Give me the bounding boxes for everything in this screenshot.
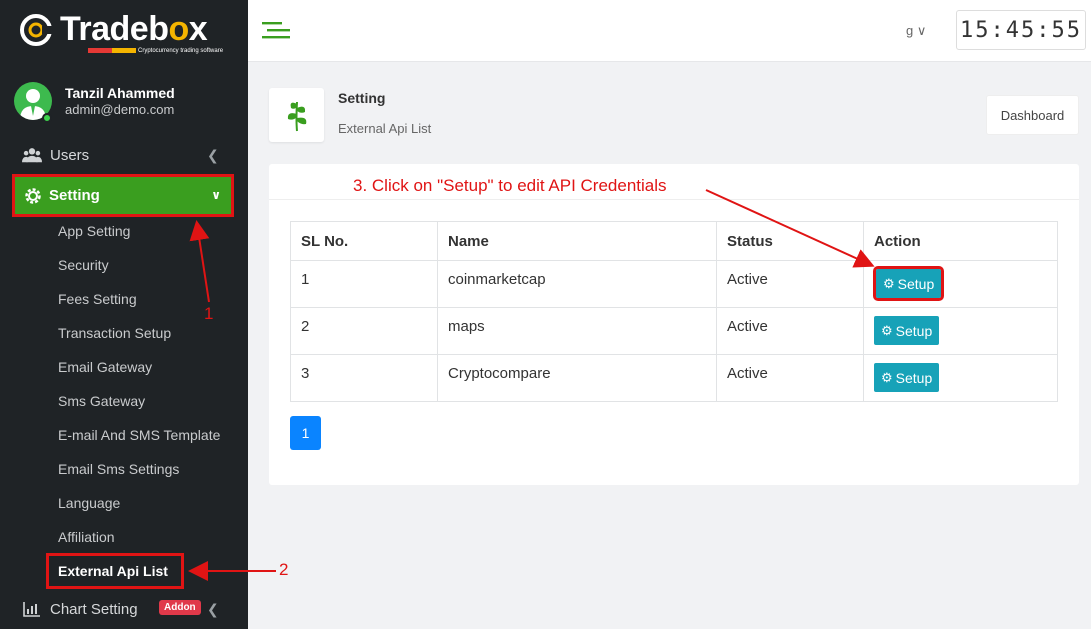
online-status-dot	[42, 113, 52, 123]
sidebar-item-users[interactable]: Users	[22, 143, 89, 167]
setup-button[interactable]: ⚙ Setup	[872, 266, 945, 301]
column-header: Name	[437, 221, 717, 261]
external-api-panel: SL No. Name Status Action 1 coinmarketca…	[269, 164, 1079, 485]
logo-text: Trade	[60, 10, 149, 48]
users-icon	[22, 147, 42, 163]
sub-item-external-api-list[interactable]: External Api List	[58, 563, 168, 579]
chevron-left-icon: ❮	[207, 601, 219, 617]
logo-bar	[88, 48, 136, 53]
page-title: Setting	[338, 90, 386, 106]
sub-item-fees-setting[interactable]: Fees Setting	[58, 291, 137, 307]
user-profile[interactable]: Tanzil Ahammed admin@demo.com	[14, 82, 234, 126]
column-header: Status	[716, 221, 864, 261]
gear-icon: ⚙	[883, 275, 895, 291]
sub-item-security[interactable]: Security	[58, 257, 109, 273]
page-leaf-icon	[269, 88, 324, 142]
annotation-step-3: 3. Click on "Setup" to edit API Credenti…	[353, 176, 667, 195]
tradebox-logo[interactable]: Tradebox Cryptocurrency trading software	[18, 8, 228, 54]
cell-status: Active	[716, 354, 864, 402]
logo-text-o: o	[168, 10, 190, 48]
table-row: 3 Cryptocompare Active ⚙ Setup	[290, 354, 1058, 402]
chevron-left-icon: ❮	[207, 147, 219, 163]
table-row: 2 maps Active ⚙ Setup	[290, 307, 1058, 355]
sidebar-item-label: Chart Setting	[50, 600, 138, 618]
cell-status: Active	[716, 307, 864, 355]
logo-text-x: x	[188, 10, 208, 48]
sidebar-item-label: Setting	[49, 187, 100, 204]
cell-name: maps	[437, 307, 717, 355]
cell-status: Active	[716, 260, 864, 308]
menu-toggle-icon[interactable]	[262, 20, 290, 40]
cell-sl: 2	[290, 307, 438, 355]
cell-name: Cryptocompare	[437, 354, 717, 402]
gear-icon: ⚙	[881, 369, 893, 385]
chevron-down-icon: ∨	[916, 23, 927, 38]
profile-email: admin@demo.com	[65, 102, 175, 117]
setup-button[interactable]: ⚙ Setup	[874, 363, 940, 392]
dashboard-button[interactable]: Dashboard	[986, 95, 1079, 135]
sub-item-email-gateway[interactable]: Email Gateway	[58, 359, 152, 375]
logo-icon	[20, 14, 52, 46]
column-header: SL No.	[290, 221, 438, 261]
logo-tagline: Cryptocurrency trading software	[138, 48, 224, 54]
language-value: g	[906, 23, 914, 38]
language-dropdown[interactable]: g ∨	[906, 23, 926, 39]
annotation-step-2: 2	[279, 560, 289, 579]
bar-chart-icon	[22, 601, 42, 617]
api-table: SL No. Name Status Action 1 coinmarketca…	[290, 221, 1058, 402]
setup-button[interactable]: ⚙ Setup	[874, 316, 940, 345]
cell-name: coinmarketcap	[437, 260, 717, 308]
addon-badge: Addon	[159, 600, 201, 615]
profile-name: Tanzil Ahammed	[65, 85, 175, 101]
setup-label: Setup	[895, 322, 933, 339]
sub-item-email-sms-template[interactable]: E-mail And SMS Template	[58, 427, 220, 443]
sub-item-affiliation[interactable]: Affiliation	[58, 529, 115, 545]
setup-label: Setup	[895, 369, 933, 386]
gear-icon: ⚙	[881, 322, 893, 338]
cell-sl: 3	[290, 354, 438, 402]
table-row: 1 coinmarketcap Active ⚙ Setup	[290, 260, 1058, 308]
sidebar-item-setting[interactable]: Setting ∨	[12, 174, 234, 217]
sub-item-email-sms-settings[interactable]: Email Sms Settings	[58, 461, 179, 477]
sub-item-app-setting[interactable]: App Setting	[58, 223, 130, 239]
gear-icon	[23, 186, 43, 206]
column-header: Action	[863, 221, 1058, 261]
sidebar-item-chart-setting[interactable]: Chart Setting	[22, 597, 138, 621]
sidebar-item-label: Users	[50, 146, 90, 164]
top-navbar: g ∨ 15:45:55	[248, 0, 1091, 62]
sub-item-transaction-setup[interactable]: Transaction Setup	[58, 325, 171, 341]
annotation-step-1: 1	[204, 304, 214, 323]
sub-item-sms-gateway[interactable]: Sms Gateway	[58, 393, 145, 409]
cell-sl: 1	[290, 260, 438, 308]
setup-label: Setup	[897, 275, 935, 292]
digital-clock: 15:45:55	[956, 10, 1086, 50]
pagination-page-1[interactable]: 1	[290, 416, 321, 450]
chevron-down-icon: ∨	[211, 188, 221, 202]
page-subtitle: External Api List	[338, 121, 432, 136]
sub-item-language[interactable]: Language	[58, 495, 120, 511]
logo-text-b: b	[148, 10, 169, 48]
